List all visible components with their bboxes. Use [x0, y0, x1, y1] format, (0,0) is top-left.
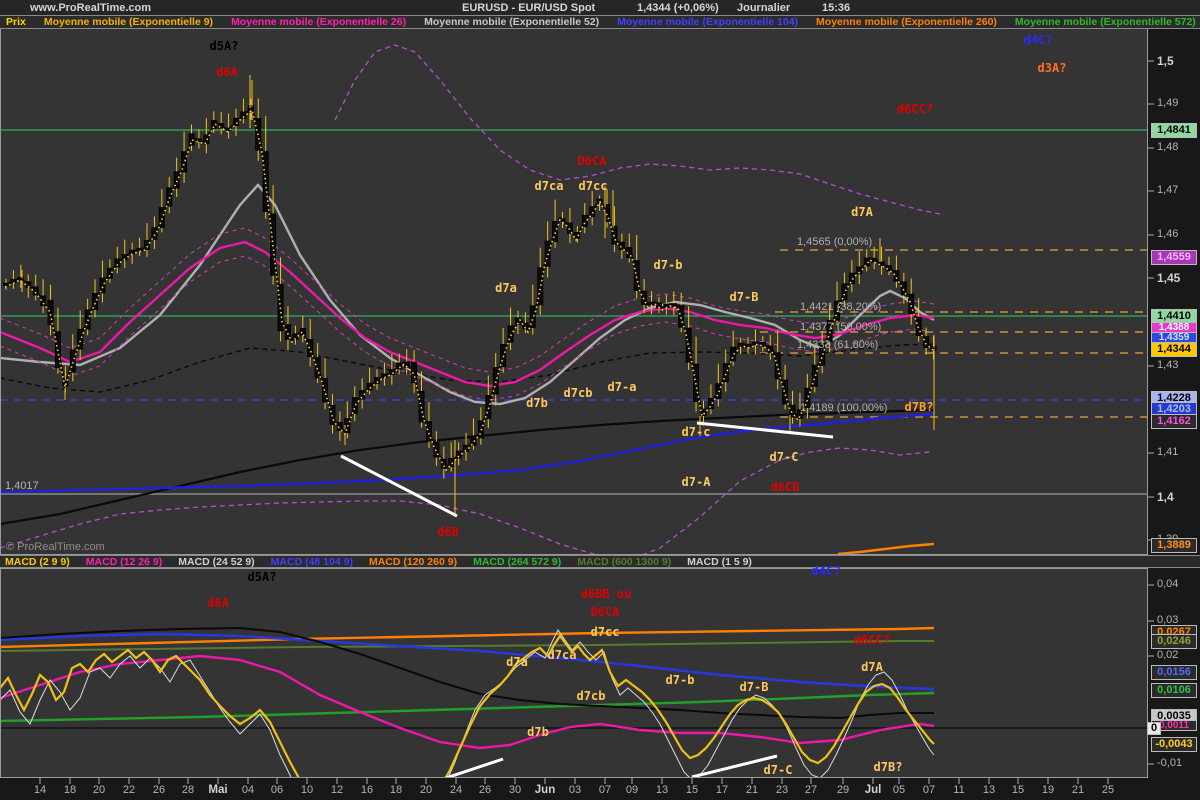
price-level-box: 1,4559 [1151, 250, 1197, 265]
prorealtime-chart-window: www.ProRealTime.com EURUSD - EUR/USD Spo… [0, 0, 1200, 800]
x-axis-label[interactable]: 04 [242, 784, 254, 796]
price-legend-item-5[interactable]: Moyenne mobile (Exponentielle 260) [816, 16, 997, 28]
macd-level-box: 0,0106 [1151, 683, 1197, 698]
price-level-box: 1,4344 [1151, 342, 1197, 357]
x-axis-label[interactable]: 15 [686, 784, 698, 796]
x-axis-label[interactable]: 21 [1072, 784, 1084, 796]
price-axis-tick[interactable]: 1,47 [1157, 184, 1178, 196]
price-axis-tick[interactable]: 1,49 [1157, 97, 1178, 109]
x-axis-label[interactable]: 20 [93, 784, 105, 796]
price-level-box: 1,3889 [1151, 538, 1197, 553]
x-axis-label[interactable]: 06 [271, 784, 283, 796]
x-axis-label[interactable]: 25 [1102, 784, 1114, 796]
x-axis-label[interactable]: 29 [837, 784, 849, 796]
x-axis-label[interactable]: 28 [182, 784, 194, 796]
price-axis-tick[interactable]: 1,41 [1157, 446, 1178, 458]
x-axis-label[interactable]: 14 [34, 784, 46, 796]
x-axis-label[interactable]: 17 [716, 784, 728, 796]
x-axis-label[interactable]: 07 [923, 784, 935, 796]
x-axis-label[interactable]: 13 [656, 784, 668, 796]
price-axis-tick[interactable]: 1,46 [1157, 228, 1178, 240]
x-axis-label[interactable]: 20 [420, 784, 432, 796]
x-axis-label[interactable]: 27 [805, 784, 817, 796]
x-axis-label[interactable]: 05 [893, 784, 905, 796]
x-axis-label[interactable]: 16 [361, 784, 373, 796]
x-axis-label[interactable]: 26 [479, 784, 491, 796]
price-legend-item-6[interactable]: Moyenne mobile (Exponentielle 572) [1015, 16, 1196, 28]
macd-legend-item-7[interactable]: MACD (1 5 9) [687, 556, 752, 568]
price-legend-item-3[interactable]: Moyenne mobile (Exponentielle 52) [424, 16, 599, 28]
chart-canvas[interactable] [0, 0, 1200, 800]
x-axis-label[interactable]: 30 [509, 784, 521, 796]
x-axis-label[interactable]: 19 [1042, 784, 1054, 796]
price-axis-tick[interactable]: 1,48 [1157, 141, 1178, 153]
macd-legend-item-2[interactable]: MACD (24 52 9) [178, 556, 254, 568]
x-axis-label[interactable]: 07 [599, 784, 611, 796]
x-axis-label[interactable]: 09 [626, 784, 638, 796]
price-legend-item-2[interactable]: Moyenne mobile (Exponentielle 26) [231, 16, 406, 28]
macd-axis-tick[interactable]: 0,04 [1157, 578, 1178, 590]
price-legend-item-0[interactable]: Prix [6, 16, 26, 28]
watermark: © ProRealTime.com [6, 541, 105, 553]
clock: 15:36 [822, 2, 850, 14]
x-axis-label[interactable]: 12 [331, 784, 343, 796]
x-axis-label[interactable]: 26 [153, 784, 165, 796]
macd-zero-box: 0 [1147, 722, 1161, 735]
x-axis-label[interactable]: 13 [983, 784, 995, 796]
x-axis-label[interactable]: 23 [776, 784, 788, 796]
macd-legend-item-3[interactable]: MACD (48 104 9) [271, 556, 353, 568]
price-axis-tick[interactable]: 1,4 [1157, 490, 1174, 504]
price-axis-tick[interactable]: 1,43 [1157, 359, 1178, 371]
price-left-label: 1,4017 [5, 480, 39, 492]
x-axis-label[interactable]: 18 [390, 784, 402, 796]
x-axis-label[interactable]: 03 [569, 784, 581, 796]
x-axis-label[interactable]: 22 [123, 784, 135, 796]
title-bar: www.ProRealTime.com EURUSD - EUR/USD Spo… [0, 0, 1200, 15]
macd-legend-item-0[interactable]: MACD (2 9 9) [5, 556, 70, 568]
macd-axis-tick[interactable]: 0,02 [1157, 649, 1178, 661]
price-level-box: 1,4841 [1151, 123, 1197, 138]
price-legend-item-1[interactable]: Moyenne mobile (Exponentielle 9) [44, 16, 213, 28]
x-axis-label[interactable]: 15 [1012, 784, 1024, 796]
macd-level-box: 0,0156 [1151, 665, 1197, 680]
price-axis-tick[interactable]: 1,5 [1157, 54, 1174, 68]
price-level-box: 1,4162 [1151, 414, 1197, 429]
price-axis-tick[interactable]: 1,45 [1157, 271, 1180, 285]
macd-legend-item-1[interactable]: MACD (12 26 9) [86, 556, 162, 568]
timeframe-label[interactable]: Journalier [737, 2, 790, 14]
x-axis-label[interactable]: 18 [64, 784, 76, 796]
x-axis-label[interactable]: Mai [208, 784, 227, 796]
macd-legend-item-4[interactable]: MACD (120 260 9) [369, 556, 457, 568]
x-axis-label[interactable]: 21 [746, 784, 758, 796]
x-axis-label[interactable]: Jul [865, 784, 882, 796]
macd-axis-tick[interactable]: -0,01 [1157, 757, 1182, 769]
macd-legend-item-6[interactable]: MACD (600 1300 9) [577, 556, 671, 568]
x-axis-label[interactable]: 24 [450, 784, 462, 796]
site-logo-text[interactable]: www.ProRealTime.com [30, 2, 151, 14]
instrument-title: EURUSD - EUR/USD Spot [462, 2, 595, 14]
x-axis-label[interactable]: Jun [535, 784, 555, 796]
last-price: 1,4344 (+0,06%) [637, 2, 719, 14]
macd-legend-bar: MACD (2 9 9) MACD (12 26 9) MACD (24 52 9)… [0, 555, 1200, 568]
macd-level-box: -0,0043 [1151, 737, 1197, 752]
macd-legend-item-5[interactable]: MACD (264 572 9) [473, 556, 561, 568]
x-axis-label[interactable]: 10 [301, 784, 313, 796]
price-legend-bar: Prix Moyenne mobile (Exponentielle 9) Moye… [0, 15, 1200, 29]
price-legend-item-4[interactable]: Moyenne mobile (Exponentielle 104) [617, 16, 798, 28]
x-axis-label[interactable]: 11 [953, 784, 964, 796]
macd-level-box: 0,0246 [1151, 634, 1197, 649]
